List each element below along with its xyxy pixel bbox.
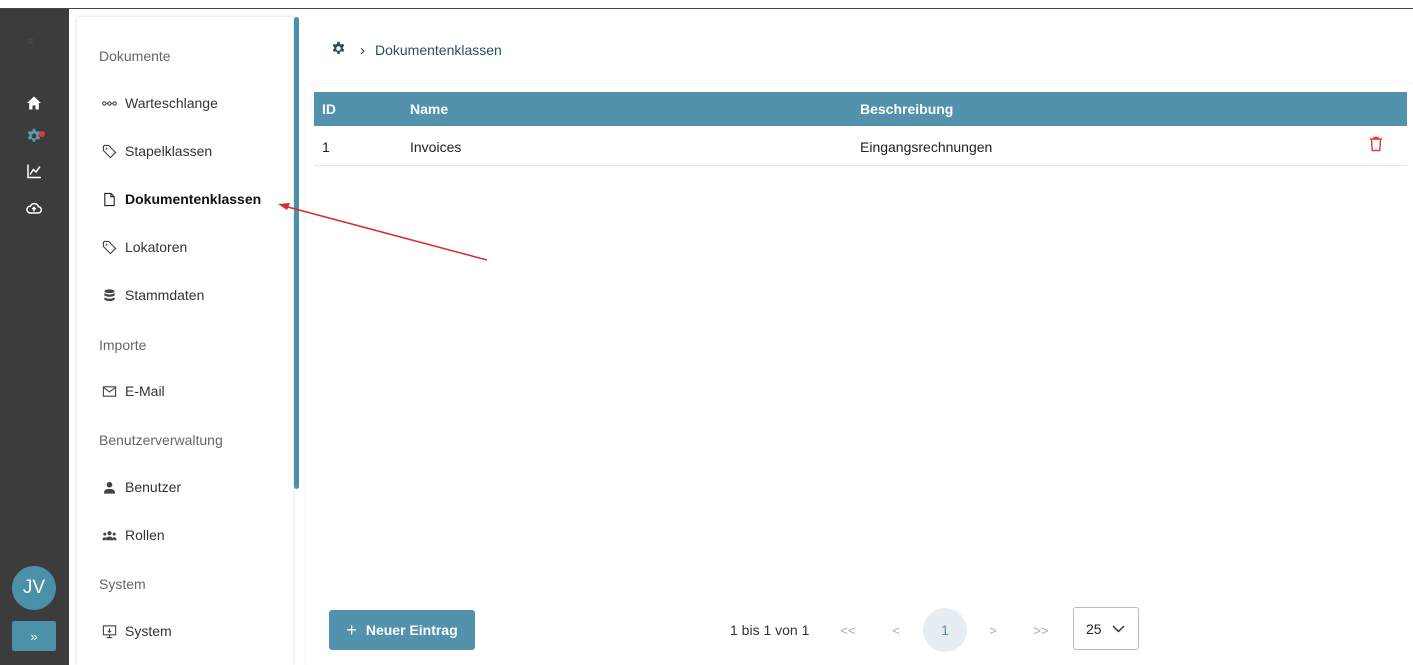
nav-group-importe: Importe (99, 337, 147, 353)
avatar-initials: JV (22, 577, 46, 598)
nav-group-system: System (99, 576, 146, 592)
mail-icon (99, 383, 119, 399)
left-rail: ⌗ JV » (0, 9, 69, 665)
cell-name: Invoices (410, 139, 462, 155)
nav-item-label: Stapelklassen (125, 143, 213, 159)
cell-beschreibung: Eingangsrechnungen (860, 139, 993, 155)
notification-badge (39, 131, 45, 137)
column-header-name[interactable]: Name (410, 92, 448, 126)
chart-icon[interactable] (24, 161, 44, 181)
nav-item-email[interactable]: E-Mail (99, 381, 165, 401)
current-page-button[interactable]: 1 (923, 608, 967, 652)
nav-item-stammdaten[interactable]: Stammdaten (99, 285, 204, 305)
app-window: ⌗ JV » Dokumente Warteschlange Stapelkla… (0, 0, 1413, 665)
nav-item-label: Warteschlange (125, 95, 218, 111)
nav-item-lokatoren[interactable]: Lokatoren (99, 237, 187, 257)
home-icon[interactable] (24, 93, 44, 113)
expand-icon: » (30, 628, 38, 644)
pager-info: 1 bis 1 von 1 (730, 622, 810, 638)
nav-item-benutzer[interactable]: Benutzer (99, 477, 181, 497)
add-entry-label: Neuer Eintrag (365, 622, 458, 638)
group-icon (99, 527, 119, 543)
prev-page-button[interactable]: < (886, 620, 906, 640)
nav-group-benutzerverwaltung: Benutzerverwaltung (99, 432, 223, 448)
queue-icon (99, 95, 119, 111)
nav-item-label: Rollen (125, 527, 165, 543)
nav-item-system[interactable]: System (99, 621, 172, 641)
nav-item-warteschlange[interactable]: Warteschlange (99, 93, 218, 113)
nav-item-rollen[interactable]: Rollen (99, 525, 165, 545)
column-header-id[interactable]: ID (322, 92, 336, 126)
avatar[interactable]: JV (12, 566, 56, 610)
nav-item-label: Benutzer (125, 479, 182, 495)
nav-group-dokumente: Dokumente (99, 48, 171, 64)
nav-item-stapelklassen[interactable]: Stapelklassen (99, 141, 212, 161)
tag-icon (99, 239, 119, 255)
top-border (0, 8, 1413, 9)
plus-icon: + (346, 619, 357, 640)
delete-icon[interactable] (1369, 130, 1383, 152)
breadcrumb-current: Dokumentenklassen (375, 42, 502, 58)
nav-item-label: Lokatoren (125, 239, 188, 255)
nav-item-label: E-Mail (125, 383, 165, 399)
grid-panel (306, 84, 1413, 665)
page-size-select[interactable]: 25 (1073, 607, 1139, 650)
nav-item-dokumentenklassen[interactable]: Dokumentenklassen (99, 189, 261, 209)
page-size-value: 25 (1086, 620, 1102, 637)
breadcrumb: › Dokumentenklassen (331, 40, 502, 60)
user-icon (99, 479, 119, 495)
chevron-right-icon: › (360, 41, 365, 59)
navigation-panel: Dokumente Warteschlange Stapelklassen Do… (77, 17, 293, 665)
expand-sidebar-button[interactable]: » (12, 621, 56, 651)
settings-icon[interactable] (331, 41, 346, 59)
last-page-button[interactable]: >> (1031, 620, 1051, 640)
cloud-upload-icon[interactable] (24, 198, 44, 218)
add-entry-button[interactable]: + Neuer Eintrag (329, 610, 475, 650)
first-page-button[interactable]: << (838, 620, 858, 640)
nav-item-label: Dokumentenklassen (125, 191, 262, 207)
chevron-down-icon (1112, 624, 1125, 633)
database-icon (99, 287, 119, 303)
table-header: ID Name Beschreibung (314, 92, 1407, 126)
logo-icon: ⌗ (27, 34, 34, 48)
next-page-button[interactable]: > (983, 620, 1003, 640)
cell-id: 1 (322, 139, 330, 155)
table-row[interactable]: 1 Invoices Eingangsrechnungen (314, 130, 1407, 166)
nav-scrollbar[interactable] (294, 17, 299, 489)
nav-item-label: System (125, 623, 172, 639)
nav-item-label: Stammdaten (125, 287, 205, 303)
document-icon (99, 191, 119, 207)
tag-icon (99, 143, 119, 159)
column-header-beschreibung[interactable]: Beschreibung (860, 92, 953, 126)
monitor-icon (99, 623, 119, 639)
